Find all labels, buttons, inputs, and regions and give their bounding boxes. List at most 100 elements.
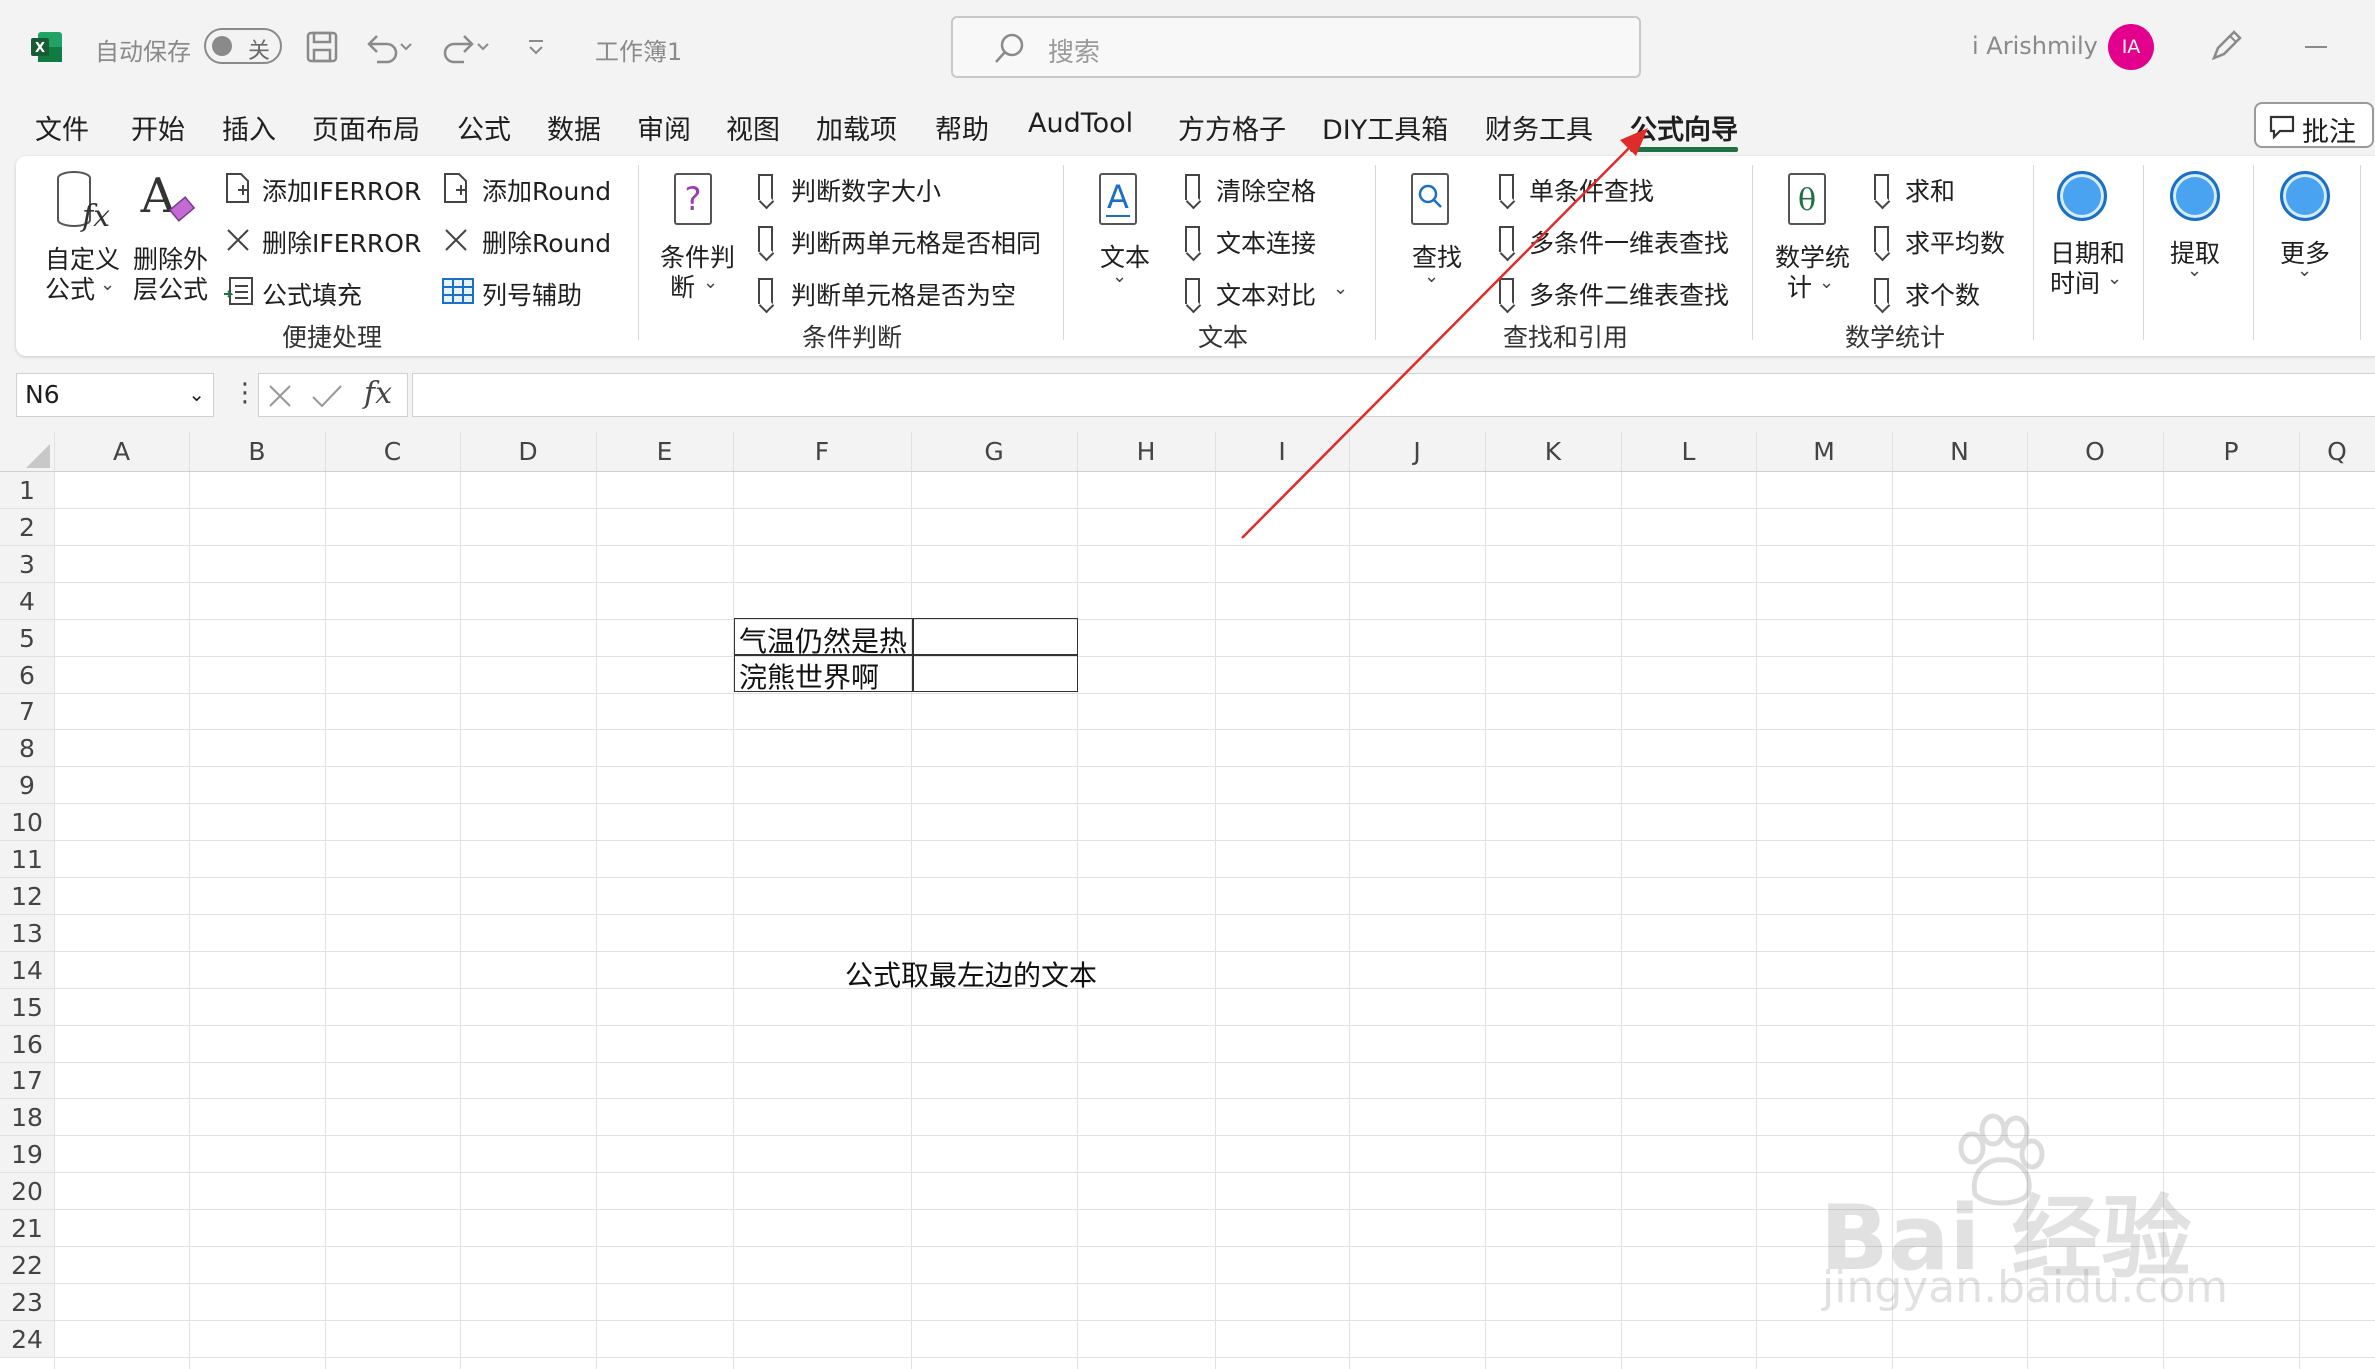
save-icon[interactable] — [305, 30, 339, 68]
comment-icon — [2268, 114, 2296, 144]
cell-empty-label: 判断单元格是否为空 — [791, 281, 1017, 310]
grid-line-horizontal — [0, 914, 2375, 915]
column-header[interactable]: F — [733, 432, 911, 472]
name-box[interactable]: N6 ⌄ — [16, 373, 214, 417]
chevron-down-icon[interactable]: ⌄ — [188, 382, 205, 406]
math-stats-button[interactable]: θ 数学统 计 ⌄ — [1773, 170, 1853, 305]
row-header[interactable]: 19 — [0, 1136, 54, 1173]
condition-check-button[interactable]: ? 条件判 断 ⌄ — [655, 170, 735, 305]
row-header[interactable]: 13 — [0, 915, 54, 952]
column-header[interactable]: A — [54, 432, 189, 472]
row-header[interactable]: 21 — [0, 1210, 54, 1247]
row-header[interactable]: 9 — [0, 767, 54, 804]
row-header[interactable]: 16 — [0, 1026, 54, 1063]
row-header[interactable]: 18 — [0, 1099, 54, 1136]
row-header[interactable]: 7 — [0, 693, 54, 730]
column-header[interactable]: C — [325, 432, 460, 472]
grid-line-vertical — [460, 432, 461, 1369]
extract-button[interactable]: 提取 ⌄ — [2170, 168, 2240, 303]
row-header[interactable]: 1 — [0, 472, 54, 509]
grid-line-horizontal — [0, 619, 2375, 620]
column-header[interactable]: G — [911, 432, 1077, 472]
tab-home[interactable]: 开始 — [131, 108, 185, 147]
column-header[interactable]: B — [189, 432, 325, 472]
custom-formula-label-2: 公式 — [45, 275, 96, 304]
custom-formula-button[interactable]: fx 自定义 公式 ⌄ — [40, 168, 120, 304]
tab-addins[interactable]: 加载项 — [816, 108, 897, 147]
file-name: 工作簿1 — [595, 38, 683, 66]
column-header[interactable]: M — [1756, 432, 1892, 472]
add-document-icon — [224, 172, 252, 208]
tab-page-layout[interactable]: 页面布局 — [312, 108, 420, 147]
row-header[interactable]: 14 — [0, 952, 54, 989]
column-header[interactable]: Q — [2299, 432, 2375, 472]
row-header[interactable]: 8 — [0, 730, 54, 767]
red-arrow-annotation — [1230, 120, 1660, 540]
row-header[interactable]: 23 — [0, 1284, 54, 1321]
grid-line-horizontal — [0, 803, 2375, 804]
tab-formulas[interactable]: 公式 — [457, 108, 511, 147]
cancel-icon[interactable] — [267, 383, 293, 413]
row-header[interactable]: 12 — [0, 878, 54, 915]
insert-function-icon[interactable]: fx — [364, 376, 392, 411]
pen-icon[interactable] — [2208, 28, 2244, 68]
more-button[interactable]: 更多 ⌄ — [2280, 168, 2350, 303]
bookmark-icon — [1874, 278, 1889, 304]
undo-icon[interactable] — [363, 30, 413, 68]
delete-outer-formula-button[interactable]: A 删除外 层公式 — [128, 168, 208, 304]
grid-line-horizontal — [0, 656, 2375, 657]
tab-help[interactable]: 帮助 — [935, 108, 989, 147]
cell-F5[interactable]: 气温仍然是热 — [739, 620, 907, 660]
chevron-down-icon: ⌄ — [2187, 260, 2203, 281]
cell-F6[interactable]: 浣熊世界啊 — [739, 656, 879, 696]
grid-line-vertical — [1077, 432, 1078, 1369]
enter-check-icon[interactable] — [311, 383, 343, 413]
row-header[interactable]: 6 — [0, 657, 54, 694]
row-header[interactable]: 2 — [0, 509, 54, 546]
text-button[interactable]: A 文本 ⌄ — [1090, 170, 1160, 305]
column-header[interactable]: P — [2163, 432, 2299, 472]
grid-line-vertical — [1485, 432, 1486, 1369]
tab-insert[interactable]: 插入 — [222, 108, 276, 147]
more-options-icon[interactable]: ⋮ — [232, 378, 258, 408]
grid-line-vertical — [733, 432, 734, 1369]
column-header[interactable]: E — [596, 432, 733, 472]
customize-toolbar-icon[interactable] — [525, 38, 547, 62]
redo-icon[interactable] — [440, 30, 490, 68]
row-header[interactable]: 3 — [0, 546, 54, 583]
grid-line-vertical — [1215, 432, 1216, 1369]
row-header[interactable]: 10 — [0, 804, 54, 841]
column-header[interactable]: O — [2027, 432, 2163, 472]
group-divider — [638, 165, 639, 340]
tab-audtool[interactable]: AudTool — [1028, 108, 1133, 139]
column-header[interactable]: H — [1077, 432, 1215, 472]
row-header[interactable]: 15 — [0, 989, 54, 1026]
row-header[interactable]: 4 — [0, 583, 54, 620]
grid-line-vertical — [2299, 432, 2300, 1369]
tab-data[interactable]: 数据 — [547, 108, 601, 147]
tab-view[interactable]: 视图 — [726, 108, 780, 147]
column-header[interactable]: D — [460, 432, 596, 472]
comments-button[interactable]: 批注 — [2254, 102, 2374, 148]
column-header[interactable]: N — [1892, 432, 2027, 472]
date-time-button[interactable]: 日期和 时间 ⌄ — [2050, 168, 2130, 303]
bookmark-icon — [758, 226, 773, 252]
tab-file[interactable]: 文件 — [35, 108, 89, 147]
select-all-corner[interactable] — [0, 432, 54, 472]
avatar[interactable]: IA — [2108, 24, 2154, 70]
row-header[interactable]: 5 — [0, 620, 54, 657]
row-header[interactable]: 20 — [0, 1173, 54, 1210]
row-header[interactable]: 22 — [0, 1247, 54, 1284]
user-name[interactable]: i Arishmily — [1972, 32, 2098, 60]
row-header[interactable]: 17 — [0, 1062, 54, 1099]
search-box[interactable]: 搜索 — [951, 16, 1641, 78]
autosave-toggle[interactable]: 关 — [204, 28, 282, 64]
row-header[interactable]: 24 — [0, 1321, 54, 1358]
grid-line-horizontal — [0, 988, 2375, 989]
cell-F14[interactable]: 公式取最左边的文本 — [845, 954, 1097, 994]
minimize-icon[interactable] — [2305, 46, 2327, 48]
row-header[interactable]: 11 — [0, 841, 54, 878]
tab-review[interactable]: 审阅 — [637, 108, 691, 147]
circle-icon — [2170, 171, 2220, 221]
group-divider — [2253, 165, 2254, 340]
